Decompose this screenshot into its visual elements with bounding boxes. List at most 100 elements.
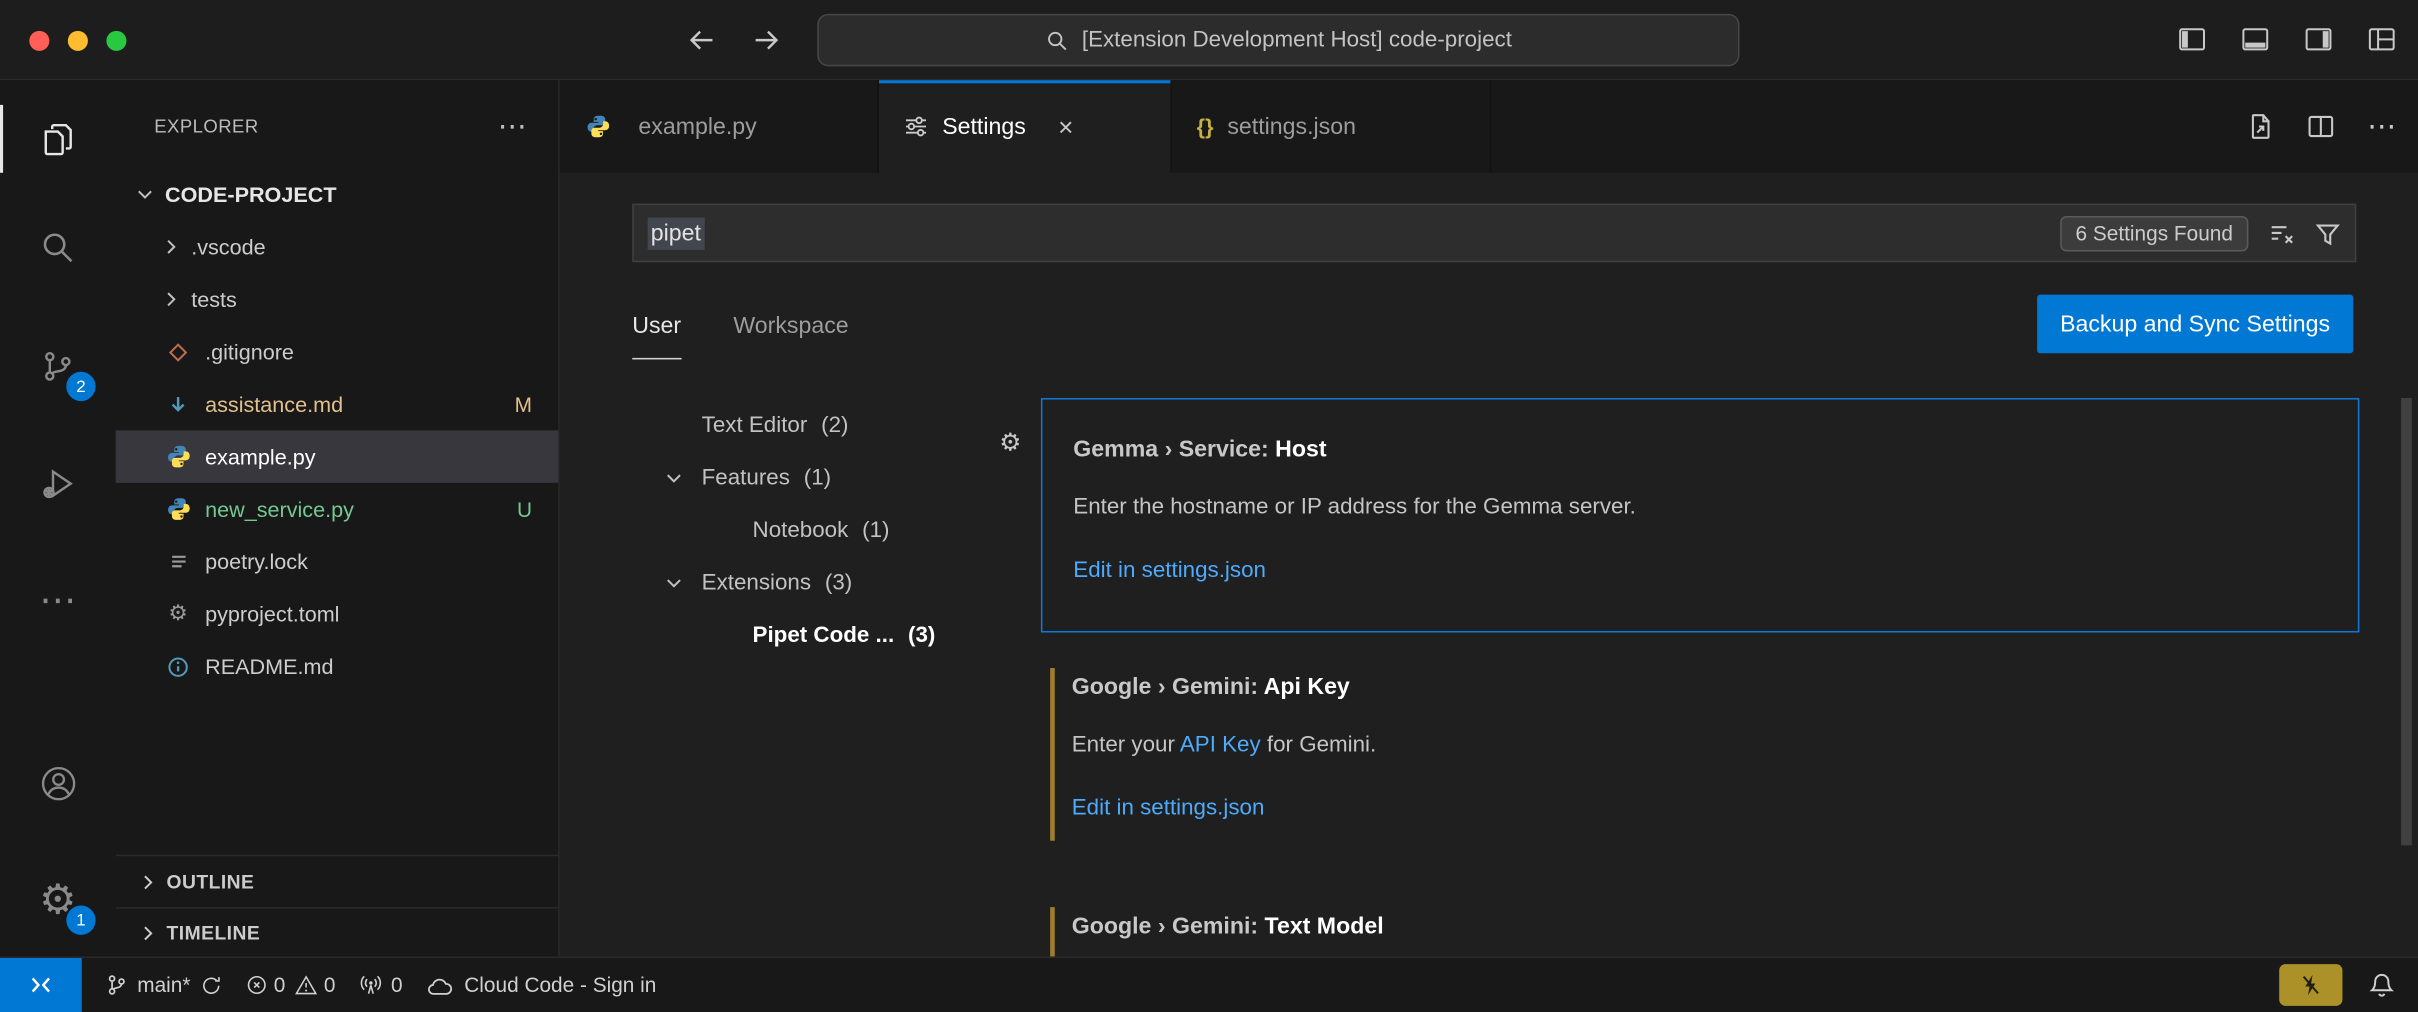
traffic-lights: [29, 31, 126, 51]
zoom-window-button[interactable]: [106, 31, 126, 51]
tab-settings[interactable]: Settings ×: [879, 80, 1172, 173]
lock-file-icon: [165, 548, 191, 574]
settings-search-input[interactable]: pipet 6 Settings Found: [632, 204, 2356, 263]
python-file-icon: [165, 444, 191, 470]
title-bar: [Extension Development Host] code-projec…: [0, 0, 2418, 80]
minimize-window-button[interactable]: [68, 31, 88, 51]
timeline-section[interactable]: TIMELINE: [116, 907, 559, 956]
toggle-panel-icon[interactable]: [2241, 25, 2270, 54]
toc-item-text-editor[interactable]: Text Editor(2): [560, 400, 1023, 452]
close-tab-icon[interactable]: ×: [1058, 113, 1073, 139]
tab-example-py[interactable]: example.py: [560, 80, 879, 173]
tree-item-assistance-md[interactable]: assistance.md M: [116, 378, 559, 430]
close-window-button[interactable]: [29, 31, 49, 51]
edit-in-settings-json-link[interactable]: Edit in settings.json: [1073, 555, 2358, 586]
more-views-icon[interactable]: ⋯: [0, 565, 116, 639]
settings-gear-icon[interactable]: ⚙ 1: [0, 862, 116, 936]
split-editor-icon[interactable]: [2307, 113, 2335, 141]
tree-item-pyproject-toml[interactable]: ⚙ pyproject.toml: [116, 588, 559, 640]
tree-item-example-py[interactable]: example.py: [116, 430, 559, 482]
chevron-right-icon: [159, 234, 184, 259]
explorer-icon[interactable]: [0, 102, 116, 176]
notifications-bell-icon[interactable]: [2369, 972, 2395, 998]
toc-item-pipet-code[interactable]: Pipet Code ...(3): [560, 609, 1023, 661]
radio-tower-icon: [359, 973, 382, 996]
customize-layout-icon[interactable]: [2367, 25, 2396, 54]
info-file-icon: [165, 653, 191, 679]
outline-section[interactable]: OUTLINE: [116, 855, 559, 907]
open-settings-json-icon[interactable]: [2247, 113, 2275, 141]
scrollbar[interactable]: [2401, 398, 2412, 845]
sync-icon: [200, 974, 222, 996]
cloud-code-status-item[interactable]: Cloud Code - Sign in: [426, 973, 657, 996]
markdown-file-icon: [165, 391, 191, 417]
command-center[interactable]: [Extension Development Host] code-projec…: [817, 14, 1739, 66]
scope-tab-workspace[interactable]: Workspace: [733, 293, 848, 359]
explorer-header: EXPLORER ⋯: [154, 108, 527, 145]
file-tree: CODE-PROJECT .vscode tests .gitignore as…: [116, 168, 559, 693]
tree-item-tests[interactable]: tests: [116, 273, 559, 325]
toc-item-notebook[interactable]: Notebook(1): [560, 504, 1023, 556]
problems-status-item[interactable]: 0 0: [244, 973, 335, 996]
filter-icon[interactable]: [2315, 220, 2341, 246]
chevron-right-icon: [159, 287, 184, 312]
run-debug-icon[interactable]: [0, 446, 116, 520]
settings-scope-bar: User Workspace Backup and Sync Settings: [632, 293, 2353, 370]
scope-tab-user[interactable]: User: [632, 293, 681, 359]
search-view-icon[interactable]: [0, 210, 116, 284]
tree-item-new-service-py[interactable]: new_service.py U: [116, 483, 559, 535]
tree-item-vscode[interactable]: .vscode: [116, 221, 559, 273]
app-root: [Extension Development Host] code-projec…: [0, 0, 2418, 1012]
tree-item-gitignore[interactable]: .gitignore: [116, 326, 559, 378]
git-file-icon: [165, 339, 191, 365]
status-bar-right: [2279, 964, 2395, 1006]
toggle-sidebar-icon[interactable]: [2177, 25, 2206, 54]
scm-badge: 2: [66, 372, 95, 401]
explorer-actions-icon[interactable]: ⋯: [498, 112, 528, 141]
remote-indicator[interactable]: [0, 958, 82, 1012]
tree-root-folder[interactable]: CODE-PROJECT: [116, 168, 559, 220]
setting-edit-gear-icon[interactable]: ⚙: [999, 430, 1021, 455]
search-icon: [1045, 29, 1068, 52]
git-status-badge: M: [515, 393, 532, 416]
setting-google-gemini-text-model[interactable]: Google › Gemini: Text Model: [1041, 902, 2359, 956]
toc-item-features[interactable]: Features(1): [560, 452, 1023, 504]
layout-controls: [2177, 25, 2396, 54]
branch-status-item[interactable]: main*: [105, 973, 221, 996]
settings-toc: Text Editor(2) Features(1) Notebook(1) E…: [560, 400, 1023, 662]
clear-search-filters-icon[interactable]: [2268, 220, 2294, 246]
error-icon: [244, 973, 267, 996]
activity-bar: 2 ⋯ ⚙ 1: [0, 80, 116, 956]
setting-title: Google › Gemini: Api Key: [1072, 673, 2360, 704]
toggle-secondary-sidebar-icon[interactable]: [2304, 25, 2333, 54]
toml-gear-icon: ⚙: [165, 601, 191, 627]
tab-bar: example.py Settings × {} settings.json ⋯: [560, 80, 2418, 173]
ports-status-item[interactable]: 0: [359, 973, 403, 996]
explorer-title: EXPLORER: [154, 116, 259, 138]
accounts-icon[interactable]: [0, 747, 116, 821]
forward-icon[interactable]: [749, 23, 783, 57]
settings-editor: pipet 6 Settings Found User Workspace Ba…: [560, 173, 2418, 957]
settings-badge: 1: [66, 906, 95, 935]
tab-settings-json[interactable]: {} settings.json: [1172, 80, 1491, 173]
toc-item-extensions[interactable]: Extensions(3): [560, 557, 1023, 609]
tree-item-readme-md[interactable]: README.md: [116, 640, 559, 692]
source-control-icon[interactable]: 2: [0, 329, 116, 403]
edit-in-settings-json-link[interactable]: Edit in settings.json: [1072, 793, 2360, 824]
warning-icon: [295, 973, 318, 996]
backup-sync-settings-button[interactable]: Backup and Sync Settings: [2037, 295, 2353, 354]
settings-sliders-icon: [904, 114, 929, 139]
api-key-link[interactable]: API Key: [1180, 733, 1261, 758]
git-status-badge: U: [517, 498, 532, 521]
setting-google-gemini-api-key[interactable]: Google › Gemini: Api Key Enter your API …: [1041, 663, 2359, 845]
back-icon[interactable]: [685, 23, 719, 57]
extension-host-profile-item[interactable]: [2279, 964, 2342, 1006]
editor-area: example.py Settings × {} settings.json ⋯: [560, 80, 2418, 956]
tree-item-poetry-lock[interactable]: poetry.lock: [116, 535, 559, 587]
chevron-down-icon: [662, 571, 687, 596]
results-count-badge: 6 Settings Found: [2060, 215, 2248, 250]
setting-gemma-service-host[interactable]: ⚙ Gemma › Service: Host Enter the hostna…: [1041, 398, 2359, 632]
setting-description: Enter the hostname or IP address for the…: [1073, 492, 2358, 523]
more-actions-icon[interactable]: ⋯: [2367, 112, 2396, 141]
json-braces-icon: {}: [1197, 116, 1214, 138]
